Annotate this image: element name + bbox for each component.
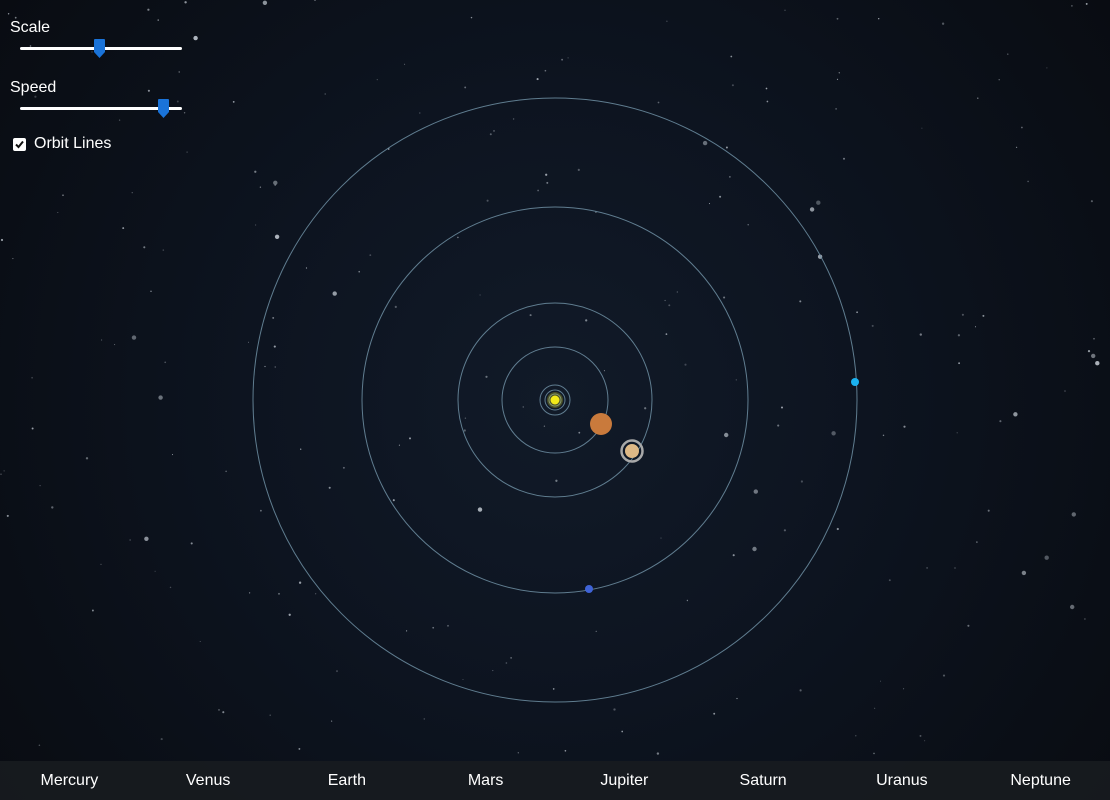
planet-button-neptune[interactable]: Neptune — [971, 761, 1110, 800]
planet-button-earth[interactable]: Earth — [278, 761, 417, 800]
planet-nav-bar: Mercury Venus Earth Mars Jupiter Saturn … — [0, 761, 1110, 800]
speed-slider-thumb[interactable] — [157, 99, 169, 118]
planet-button-jupiter[interactable]: Jupiter — [555, 761, 694, 800]
planet-button-uranus[interactable]: Uranus — [833, 761, 972, 800]
sun[interactable] — [550, 395, 560, 405]
scale-slider-thumb[interactable] — [94, 39, 106, 58]
speed-label: Speed — [10, 79, 57, 96]
planet-button-saturn[interactable]: Saturn — [694, 761, 833, 800]
checkmark-icon — [15, 140, 24, 148]
jupiter[interactable] — [590, 413, 612, 435]
control-panel: Scale Speed Orbit Lines — [10, 18, 190, 154]
speed-slider[interactable] — [20, 98, 182, 120]
planet-button-mercury[interactable]: Mercury — [0, 761, 139, 800]
planet-button-mars[interactable]: Mars — [416, 761, 555, 800]
neptune[interactable] — [585, 585, 593, 593]
saturn[interactable] — [625, 444, 639, 458]
uranus[interactable] — [851, 378, 859, 386]
scale-label: Scale — [10, 19, 51, 36]
orbit-lines-label: Orbit Lines — [34, 135, 112, 152]
orbit-lines-checkbox[interactable] — [13, 137, 26, 151]
orbit-lines-toggle[interactable]: Orbit Lines — [10, 134, 190, 154]
scale-slider[interactable] — [20, 38, 182, 60]
planet-button-venus[interactable]: Venus — [139, 761, 278, 800]
